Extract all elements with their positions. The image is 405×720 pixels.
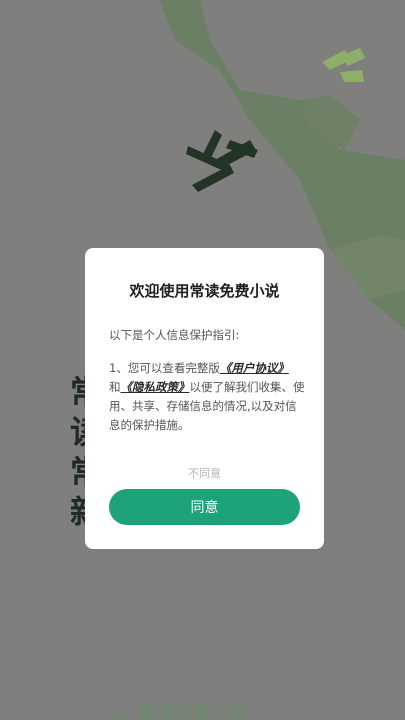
disagree-button[interactable]: 不同意 [85,465,324,481]
privacy-policy-link[interactable]: 《隐私政策》 [121,380,190,394]
brand-footer-text: 常读免费小说 [138,704,247,720]
agree-button[interactable]: 同意 [109,489,300,525]
brand-logo-icon [112,709,129,720]
privacy-dialog: 欢迎使用常读免费小说 以下是个人信息保护指引: 1、您可以查看完整版《用户协议》… [85,248,324,549]
user-agreement-link[interactable]: 《用户协议》 [220,361,289,375]
body-and: 和 [109,380,121,394]
dialog-body: 1、您可以查看完整版《用户协议》 和《隐私政策》以便了解我们收集、使用、共享、存储… [109,359,305,435]
body-prefix: 1、您可以查看完整版 [109,361,220,375]
dialog-title: 欢迎使用常读免费小说 [129,282,280,300]
brand-footer: 常读免费小说 [110,700,330,720]
dialog-intro: 以下是个人信息保护指引: [109,328,240,342]
